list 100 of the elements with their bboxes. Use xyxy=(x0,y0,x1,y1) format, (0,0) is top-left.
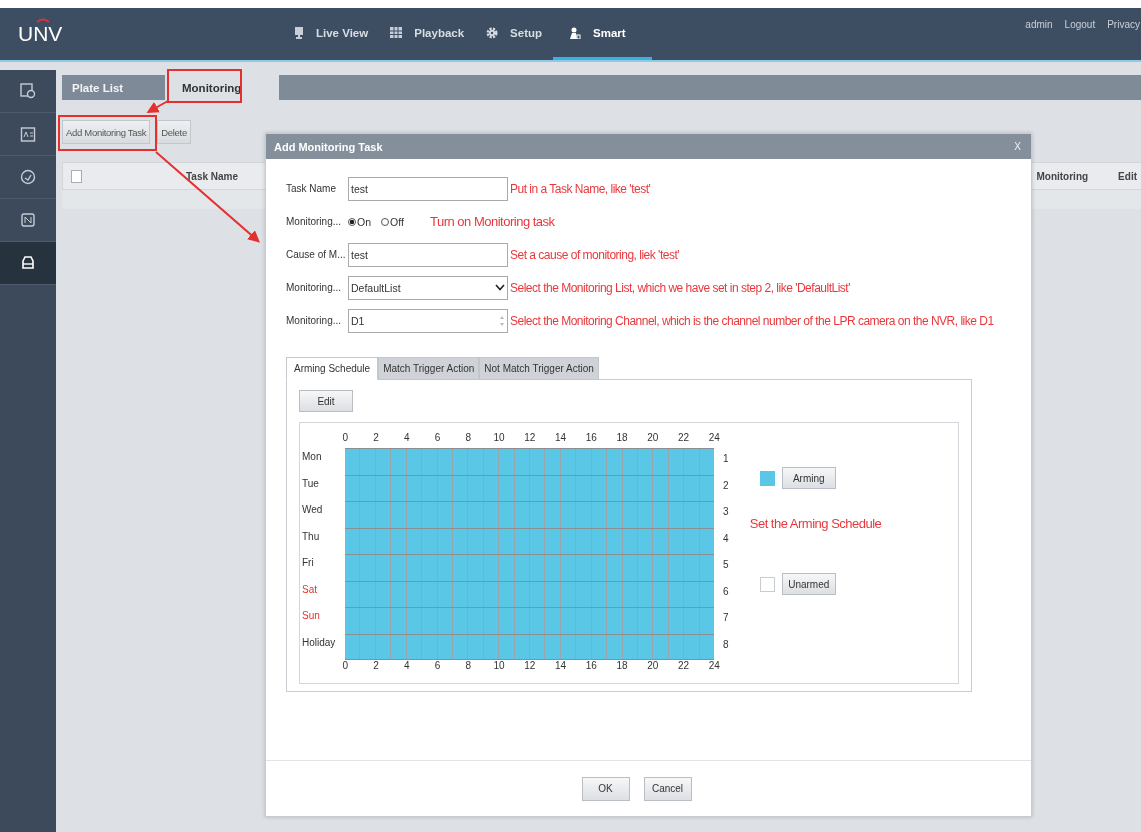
day-label: Fri xyxy=(301,556,315,570)
hour-label: 4 xyxy=(403,432,411,445)
row-number: 1 xyxy=(722,452,729,466)
checkbox[interactable] xyxy=(71,169,82,183)
annotation-text: Turn on Monitoring task xyxy=(429,214,555,229)
dropdown[interactable]: DefaultList xyxy=(348,275,508,300)
field-label: Monitoring... xyxy=(286,315,343,326)
logo-arc-icon xyxy=(36,18,50,23)
hour-label: 8 xyxy=(464,660,473,673)
day-label: Thu xyxy=(301,529,321,544)
day-label: Sun xyxy=(301,609,321,623)
hour-label: 16 xyxy=(584,432,598,445)
row-number: 5 xyxy=(722,558,729,572)
hour-label: 22 xyxy=(677,432,691,445)
hour-label: 20 xyxy=(646,660,660,673)
nav-tab[interactable]: Smart xyxy=(553,8,652,60)
hour-label: 4 xyxy=(403,660,411,673)
hour-label: 18 xyxy=(615,432,629,445)
column-header: Task Name xyxy=(186,170,239,182)
hour-label: 0 xyxy=(341,432,350,445)
day-label: Mon xyxy=(301,450,323,464)
row-number: 8 xyxy=(722,637,729,652)
dialog-title: Add Monitoring Task xyxy=(274,140,383,153)
column-header: Monitoring xyxy=(1036,170,1089,182)
hour-label: 12 xyxy=(523,432,537,445)
day-label: Tue xyxy=(301,476,320,491)
hour-label: 2 xyxy=(372,660,380,673)
edit-button[interactable]: Edit xyxy=(299,390,353,412)
grid-icon xyxy=(390,27,403,38)
schedule-bar[interactable] xyxy=(345,474,714,501)
toolbar-button[interactable]: Delete xyxy=(157,120,191,144)
input-field[interactable]: test xyxy=(348,242,508,267)
field-label: Cause of M... xyxy=(286,249,347,260)
hour-label: 14 xyxy=(554,660,568,673)
legend-swatch xyxy=(759,576,775,592)
nav-tab[interactable]: Setup xyxy=(475,8,554,60)
schedule-bar[interactable] xyxy=(345,527,714,554)
row-number: 7 xyxy=(722,611,729,625)
logo: UNV xyxy=(18,22,63,45)
spinner-arrows-icon xyxy=(499,314,505,327)
annotation-text: Set a cause of monitoring, liek 'test' xyxy=(509,247,679,262)
hour-label: 24 xyxy=(707,660,721,673)
monitor-icon xyxy=(294,26,304,39)
header-link[interactable]: admin xyxy=(1025,19,1053,30)
schedule-bar[interactable] xyxy=(345,633,714,660)
row-number: 4 xyxy=(722,531,729,546)
schedule-bar[interactable] xyxy=(345,554,714,581)
row-number: 2 xyxy=(722,478,729,493)
hour-label: 20 xyxy=(646,432,660,445)
header-link[interactable]: Privacy xyxy=(1107,19,1140,30)
hour-label: 14 xyxy=(554,432,568,445)
schedule-bar[interactable] xyxy=(345,448,714,475)
tab[interactable]: Not Match Trigger Action xyxy=(479,357,599,380)
day-label: Sat xyxy=(301,582,318,597)
field-label: Task Name xyxy=(286,183,337,194)
hour-label: 10 xyxy=(492,432,506,445)
dialog-button[interactable]: OK xyxy=(581,776,630,801)
nav-tab[interactable]: Playback xyxy=(379,8,476,60)
hour-label: 16 xyxy=(584,660,598,673)
schedule-bar[interactable] xyxy=(345,501,714,528)
annotation-text: Put in a Task Name, like 'test' xyxy=(509,181,651,196)
schedule-bar[interactable] xyxy=(345,580,714,607)
day-label: Wed xyxy=(301,503,324,517)
row-number: 3 xyxy=(722,505,729,519)
hour-label: 22 xyxy=(677,660,691,673)
sidebar-item[interactable] xyxy=(0,242,56,285)
gear-icon xyxy=(486,26,499,39)
hour-label: 0 xyxy=(341,660,350,673)
hour-label: 18 xyxy=(615,660,629,673)
annotation-text: Select the Monitoring List, which we have set in step 2, like 'DefaultList' xyxy=(509,280,850,295)
header-link[interactable]: Logout xyxy=(1064,19,1096,30)
hour-label: 2 xyxy=(372,432,380,445)
hour-label: 10 xyxy=(492,660,506,673)
hour-label: 24 xyxy=(707,432,721,445)
toolbar-button[interactable]: Add Monitoring Task xyxy=(62,120,151,144)
chevron-down-icon xyxy=(495,284,505,291)
annotation-text: Set the Arming Schedule xyxy=(748,516,882,531)
person-icon xyxy=(569,26,582,39)
radio-option[interactable]: Off xyxy=(381,215,404,228)
field-label: Monitoring... xyxy=(286,216,343,227)
tab[interactable]: Arming Schedule xyxy=(286,357,379,380)
column-header: Edit xyxy=(1118,170,1137,182)
legend-button[interactable]: Arming xyxy=(781,467,836,489)
id-card-icon xyxy=(20,126,36,142)
schedule-bar[interactable] xyxy=(345,607,714,634)
hour-label: 6 xyxy=(433,660,442,673)
field-label: Monitoring... xyxy=(286,282,343,293)
tab[interactable]: Match Trigger Action xyxy=(378,357,480,380)
radio-option[interactable]: On xyxy=(348,215,371,228)
hour-label: 8 xyxy=(464,432,473,445)
nav-tab[interactable]: Live View xyxy=(283,8,380,60)
row-number: 6 xyxy=(722,584,729,599)
legend-button[interactable]: Unarmed xyxy=(781,573,836,595)
dialog-button[interactable]: Cancel xyxy=(643,776,692,801)
legend-swatch xyxy=(759,470,775,486)
annotation-text: Select the Monitoring Channel, which is the channel number of the LPR camera on the NVR, like D1 xyxy=(509,313,994,328)
hour-label: 6 xyxy=(433,432,442,445)
input-field[interactable]: test xyxy=(348,176,508,201)
annotation-arrow xyxy=(146,100,169,113)
spin-field[interactable]: D1 xyxy=(348,308,508,333)
